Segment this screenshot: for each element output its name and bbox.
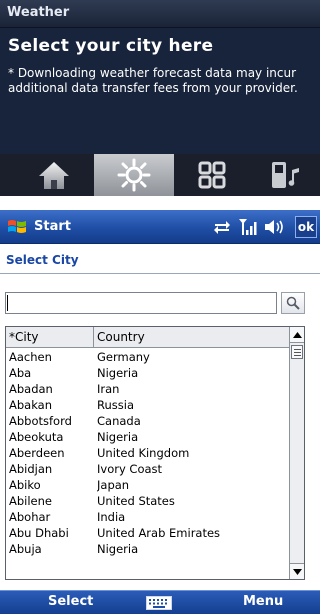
scroll-thumb[interactable] [291, 345, 303, 359]
weather-title: Select your city here [8, 36, 214, 56]
tab-phone-music[interactable] [250, 154, 320, 196]
connectivity-icon[interactable] [213, 220, 231, 234]
city-name: Abiko [9, 478, 41, 492]
list-item[interactable]: Abbotsford Canada [6, 413, 289, 429]
start-menu-label[interactable]: Start [34, 219, 71, 234]
title-bar: Start ok [0, 210, 320, 244]
city-name: Abohar [9, 510, 51, 524]
weather-header-label: Weather [7, 5, 70, 20]
phone-music-icon [272, 162, 299, 188]
city-name: Abakan [9, 398, 53, 412]
list-item[interactable]: Abakan Russia [6, 397, 289, 413]
city-name: Aberdeen [9, 446, 65, 460]
device-screen: Start ok Select City *City Country Aache… [0, 210, 320, 614]
sun-icon [117, 158, 151, 192]
column-header-city[interactable]: *City [6, 327, 94, 348]
city-name: Abadan [9, 382, 53, 396]
country-name: Ivory Coast [97, 462, 163, 476]
country-name: Nigeria [97, 430, 139, 444]
city-name: Abuja [9, 542, 42, 556]
list-item[interactable]: Abiko Japan [6, 477, 289, 493]
list-item[interactable]: Aberdeen United Kingdom [6, 445, 289, 461]
city-search-input[interactable] [5, 292, 277, 314]
list-item[interactable]: Abidjan Ivory Coast [6, 461, 289, 477]
list-item[interactable]: Abadan Iran [6, 381, 289, 397]
country-name: India [97, 510, 126, 524]
ok-button[interactable]: ok [295, 216, 317, 238]
country-name: Nigeria [97, 542, 139, 556]
signal-icon[interactable] [238, 218, 258, 236]
weather-panel: Weather Select your city here * Download… [0, 0, 320, 196]
country-name: United Arab Emirates [97, 526, 221, 540]
menu-softkey[interactable]: Menu [243, 594, 283, 609]
search-button[interactable] [281, 292, 305, 314]
arrow-up-icon [293, 331, 302, 338]
separator [0, 196, 320, 210]
country-name: Iran [97, 382, 120, 396]
scroll-up-button[interactable] [290, 327, 304, 343]
city-name: Abilene [9, 494, 52, 508]
windows-flag-icon[interactable] [7, 217, 27, 237]
country-name: Canada [97, 414, 141, 428]
page-title: Select City [6, 253, 79, 267]
list-item[interactable]: Aachen Germany [6, 349, 289, 365]
column-header-country[interactable]: Country [94, 327, 289, 348]
list-header: *City Country [6, 327, 289, 348]
grid-icon [198, 161, 226, 189]
country-name: United States [97, 494, 175, 508]
city-name: Aba [9, 366, 32, 380]
tab-weather[interactable] [94, 154, 174, 196]
list-item[interactable]: Abuja Nigeria [6, 541, 289, 557]
list-item[interactable]: Aba Nigeria [6, 365, 289, 381]
list-item[interactable]: Abu Dhabi United Arab Emirates [6, 525, 289, 541]
list-item[interactable]: Abohar India [6, 509, 289, 525]
country-name: Russia [97, 398, 134, 412]
city-list[interactable]: *City Country Aachen Germany Aba Nigeria Aba… [5, 326, 305, 580]
city-name: Abbotsford [9, 414, 72, 428]
soft-key-bar: Select Menu [0, 590, 320, 614]
city-name: Abu Dhabi [9, 526, 69, 540]
arrow-down-icon [293, 568, 302, 575]
country-name: Japan [97, 478, 130, 492]
scroll-down-button[interactable] [290, 563, 304, 579]
country-name: United Kingdom [97, 446, 190, 460]
volume-icon[interactable] [263, 219, 285, 235]
weather-header: Weather [0, 0, 320, 28]
city-name: Aachen [9, 350, 52, 364]
list-rows: Aachen Germany Aba Nigeria Abadan Iran Abakan R… [6, 349, 289, 557]
select-softkey[interactable]: Select [48, 594, 93, 609]
scrollbar[interactable] [289, 327, 304, 579]
keyboard-icon[interactable] [146, 596, 172, 610]
divider [0, 273, 320, 274]
home-icon [39, 162, 69, 189]
text-caret [7, 295, 8, 311]
city-name: Abidjan [9, 462, 53, 476]
country-name: Nigeria [97, 366, 139, 380]
city-name: Abeokuta [9, 430, 64, 444]
tab-grid[interactable] [176, 154, 248, 196]
tab-home[interactable] [18, 154, 90, 196]
weather-tab-bar [0, 154, 320, 196]
country-name: Germany [97, 350, 150, 364]
list-item[interactable]: Abilene United States [6, 493, 289, 509]
data-fee-notice: * Downloading weather forecast data may … [8, 66, 298, 95]
search-icon [286, 296, 300, 310]
list-item[interactable]: Abeokuta Nigeria [6, 429, 289, 445]
